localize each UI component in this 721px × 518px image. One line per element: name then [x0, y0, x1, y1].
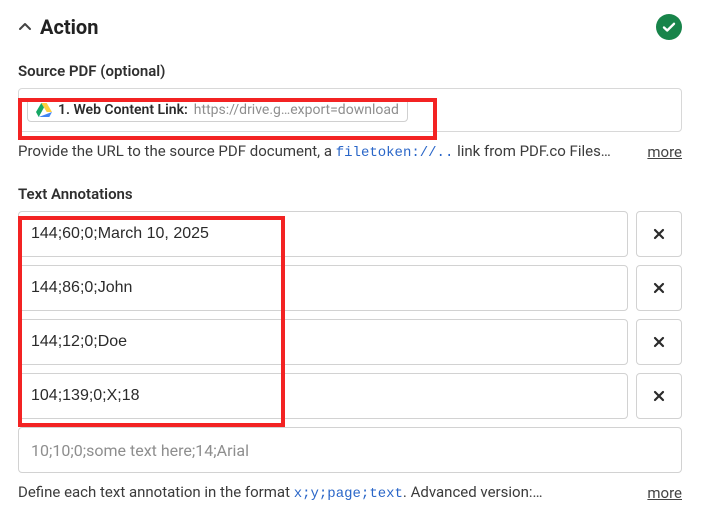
help-text-after: link from PDF.co Files… — [453, 142, 611, 160]
source-pdf-help: Provide the URL to the source PDF docume… — [18, 142, 682, 161]
text-annotation-row — [18, 373, 682, 419]
close-icon — [652, 281, 666, 295]
text-annotation-row — [18, 265, 682, 311]
text-annotations-help: Define each text annotation in the forma… — [18, 483, 682, 502]
help-text: Provide the URL to the source PDF docume… — [18, 142, 336, 160]
help-code: filetoken://.. — [336, 145, 454, 161]
source-pdf-label: Source PDF (optional) — [18, 62, 682, 80]
text-annotation-input[interactable] — [18, 373, 628, 419]
text-annotation-input[interactable] — [18, 211, 628, 257]
help-text: Define each text annotation in the forma… — [18, 483, 294, 501]
chevron-up-icon[interactable] — [18, 20, 32, 34]
text-annotation-input[interactable] — [18, 265, 628, 311]
text-annotation-row — [18, 319, 682, 365]
close-icon — [652, 335, 666, 349]
pill-label: 1. Web Content Link: — [58, 102, 188, 118]
text-annotation-input[interactable] — [18, 319, 628, 365]
header: Action — [18, 14, 682, 40]
help-code: x;y;page;text — [294, 486, 403, 502]
text-annotations-list — [18, 211, 682, 419]
source-pdf-input[interactable]: 1. Web Content Link: https://drive.g…exp… — [18, 88, 682, 132]
action-panel: Action Source PDF (optional) 1. Web Cont… — [0, 0, 700, 518]
page-title: Action — [40, 15, 98, 39]
remove-button[interactable] — [636, 265, 682, 311]
text-annotation-new-input[interactable]: 10;10;0;some text here;14;Arial — [18, 427, 682, 473]
remove-button[interactable] — [636, 211, 682, 257]
remove-button[interactable] — [636, 373, 682, 419]
more-link[interactable]: more — [647, 143, 682, 161]
source-pdf-pill[interactable]: 1. Web Content Link: https://drive.g…exp… — [27, 98, 408, 122]
close-icon — [652, 389, 666, 403]
text-annotations-label: Text Annotations — [18, 185, 682, 203]
google-drive-icon — [36, 103, 52, 117]
success-icon — [656, 14, 682, 40]
pill-url: https://drive.g…export=download — [194, 102, 399, 118]
close-icon — [652, 227, 666, 241]
help-text-after: . Advanced version:… — [403, 483, 543, 501]
more-link[interactable]: more — [647, 484, 682, 502]
text-annotation-row — [18, 211, 682, 257]
remove-button[interactable] — [636, 319, 682, 365]
